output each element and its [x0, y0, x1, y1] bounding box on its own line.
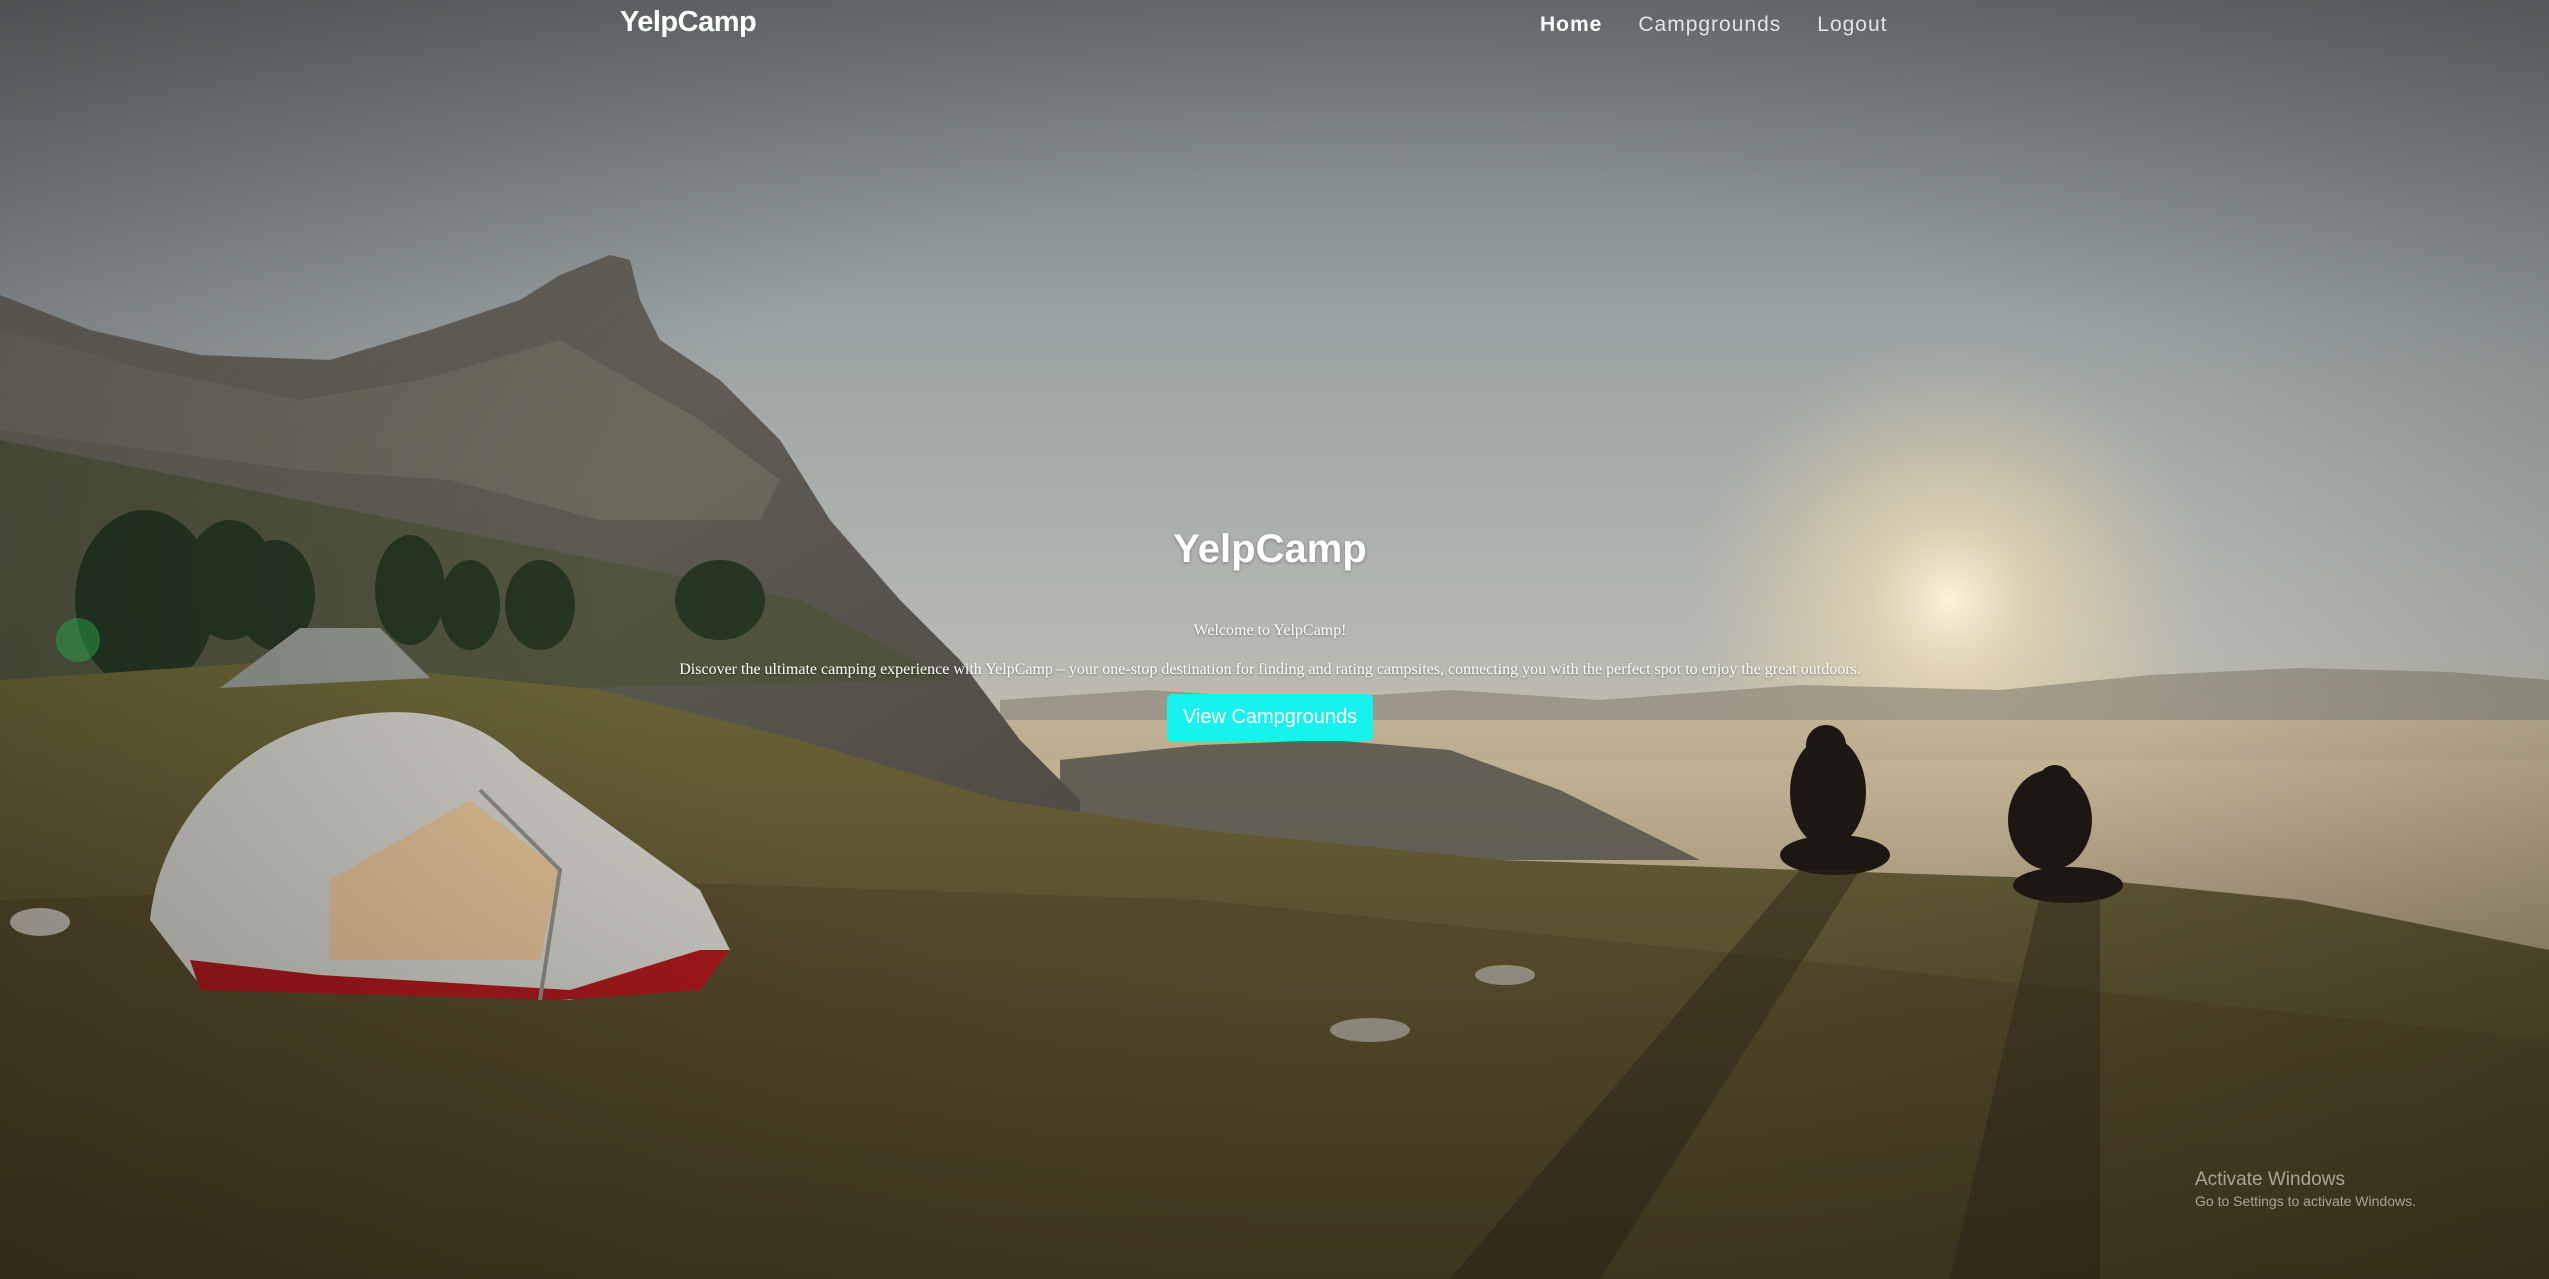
- watermark-title: Activate Windows: [2195, 1169, 2345, 1190]
- hero-section: YelpCamp Welcome to YelpCamp! Discover t…: [0, 515, 2540, 741]
- nav-links: Home Campgrounds Logout: [1540, 13, 1888, 37]
- nav-link-campgrounds[interactable]: Campgrounds: [1638, 13, 1781, 37]
- windows-activation-watermark: Activate Windows Go to Settings to activ…: [2195, 1168, 2416, 1210]
- landing-page: YelpCamp Home Campgrounds Logout YelpCam…: [0, 0, 2549, 1279]
- navbar: YelpCamp Home Campgrounds Logout: [0, 0, 2549, 52]
- brand-logo[interactable]: YelpCamp: [620, 6, 757, 39]
- hero-title: YelpCamp: [1173, 527, 1367, 571]
- hero-welcome-text: Welcome to YelpCamp!: [1193, 622, 1347, 639]
- hero-description: Discover the ultimate camping experience…: [679, 661, 1861, 678]
- nav-link-logout[interactable]: Logout: [1817, 13, 1887, 37]
- watermark-subtitle: Go to Settings to activate Windows.: [2195, 1193, 2416, 1209]
- view-campgrounds-button[interactable]: View Campgrounds: [1166, 694, 1374, 741]
- nav-link-home[interactable]: Home: [1540, 13, 1602, 37]
